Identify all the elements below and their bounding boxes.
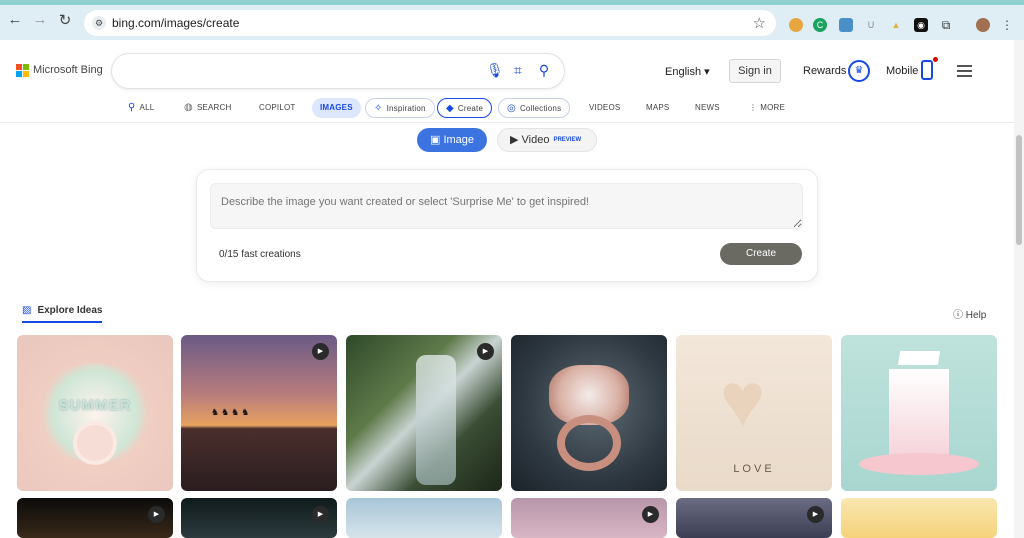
- rewards-label[interactable]: Rewards: [803, 65, 846, 77]
- idea-tile-summer[interactable]: SUMMER: [17, 335, 173, 491]
- idea-tile-love-heart[interactable]: ♥ LOVE: [676, 335, 832, 491]
- play-icon: ▶: [807, 506, 824, 523]
- header-divider: [0, 122, 1014, 123]
- play-icon: ▶: [477, 343, 494, 360]
- search-input[interactable]: 🎙 ⌗ ⚲: [112, 54, 564, 88]
- tab-more[interactable]: ⋮ MORE: [749, 98, 785, 118]
- sign-in-button[interactable]: Sign in: [729, 59, 781, 83]
- address-bar[interactable]: ⚙ bing.com/images/create ☆: [84, 10, 776, 36]
- tab-videos[interactable]: VIDEOS: [589, 98, 620, 118]
- back-icon[interactable]: ←: [4, 11, 26, 28]
- bookmark-star-icon[interactable]: ☆: [753, 14, 766, 32]
- profile-avatar[interactable]: [976, 18, 990, 32]
- language-selector[interactable]: English ▾: [665, 65, 710, 78]
- tab-collections[interactable]: ◎ Collections: [498, 98, 571, 118]
- more-dots-icon: ⋮: [749, 103, 758, 112]
- create-panel: 0/15 fast creations Create: [197, 170, 817, 281]
- extension-icon[interactable]: U: [864, 18, 878, 32]
- image-icon: ▣: [429, 134, 441, 146]
- idea-tile[interactable]: [346, 498, 502, 538]
- play-icon: ▶: [312, 343, 329, 360]
- site-info-icon[interactable]: ⚙: [92, 16, 106, 30]
- forward-icon[interactable]: →: [29, 11, 51, 28]
- copilot-search-icon: ◍: [184, 102, 193, 113]
- search-icon[interactable]: ⚲: [536, 62, 552, 78]
- idea-tile[interactable]: ▶: [181, 498, 337, 538]
- fast-creations-count: 0/15 fast creations: [219, 249, 301, 260]
- tab-search[interactable]: ◍ SEARCH: [184, 98, 231, 118]
- idea-tile[interactable]: ▶: [676, 498, 832, 538]
- create-icon: ◆: [446, 103, 454, 114]
- idea-tile[interactable]: ▶: [17, 498, 173, 538]
- extension-icon[interactable]: [839, 18, 853, 32]
- preview-badge: PREVIEW: [553, 137, 582, 144]
- explore-icon: ▨: [22, 305, 32, 316]
- tab-create[interactable]: ◆ Create: [437, 98, 493, 118]
- video-mode-button[interactable]: ▶ Video PREVIEW: [497, 128, 597, 152]
- idea-tile[interactable]: ▶: [511, 498, 667, 538]
- explore-ideas-tab[interactable]: ▨ Explore Ideas: [22, 305, 102, 316]
- tile-text: LOVE: [733, 463, 775, 475]
- notification-dot: [933, 57, 938, 62]
- scrollbar-thumb[interactable]: [1016, 135, 1022, 245]
- extension-icon[interactable]: ▲: [889, 18, 903, 32]
- microphone-icon[interactable]: 🎙: [486, 62, 504, 78]
- extension-icon[interactable]: C: [813, 18, 827, 32]
- tab-news[interactable]: NEWS: [695, 98, 720, 118]
- idea-tile-pearl-ring[interactable]: [511, 335, 667, 491]
- idea-tile-waterfall[interactable]: ▶: [346, 335, 502, 491]
- page-scrollbar[interactable]: [1014, 40, 1024, 538]
- search-icon: ⚲: [128, 102, 136, 113]
- idea-tile-graduation-city[interactable]: [841, 335, 997, 491]
- browser-toolbar: ← → ↻ ⚙ bing.com/images/create ☆ C U ▲ ◉…: [0, 0, 1024, 40]
- browser-menu-icon[interactable]: ⋮: [1000, 18, 1014, 32]
- hamburger-menu-icon[interactable]: [957, 65, 972, 80]
- puzzle-icon[interactable]: ⧉: [939, 18, 953, 32]
- help-icon: ⓘ: [953, 310, 963, 321]
- tab-images[interactable]: IMAGES: [312, 98, 361, 118]
- explore-underline: [22, 321, 102, 323]
- reload-icon[interactable]: ↻: [54, 11, 76, 29]
- mobile-label[interactable]: Mobile: [886, 65, 918, 77]
- play-icon: ▶: [148, 506, 165, 523]
- rewards-trophy-icon[interactable]: ♛: [848, 60, 870, 82]
- help-link[interactable]: ⓘ Help: [953, 306, 986, 321]
- idea-tile-desert-camels[interactable]: ▶ ♞♞♞♞: [181, 335, 337, 491]
- visual-search-icon[interactable]: ⌗: [510, 62, 526, 78]
- mobile-phone-icon[interactable]: [921, 60, 933, 80]
- collections-icon: ◎: [507, 103, 516, 114]
- play-icon: ▶: [642, 506, 659, 523]
- extension-icon[interactable]: ◉: [914, 18, 928, 32]
- idea-tile[interactable]: [841, 498, 997, 538]
- tab-copilot[interactable]: COPILOT: [259, 98, 296, 118]
- extension-icon[interactable]: [789, 18, 803, 32]
- url-text: bing.com/images/create: [112, 16, 240, 30]
- image-mode-button[interactable]: ▣ Image: [417, 128, 487, 152]
- create-button[interactable]: Create: [720, 243, 802, 265]
- tab-maps[interactable]: MAPS: [646, 98, 669, 118]
- prompt-input[interactable]: [210, 183, 803, 229]
- play-icon: ▶: [312, 506, 329, 523]
- video-icon: ▶: [510, 134, 519, 146]
- brand-name: Microsoft Bing: [33, 64, 103, 76]
- tile-text: SUMMER: [58, 397, 132, 414]
- inspiration-icon: ✧: [374, 103, 383, 114]
- tab-inspiration[interactable]: ✧ Inspiration: [365, 98, 435, 118]
- tab-all[interactable]: ⚲ ALL: [128, 98, 154, 118]
